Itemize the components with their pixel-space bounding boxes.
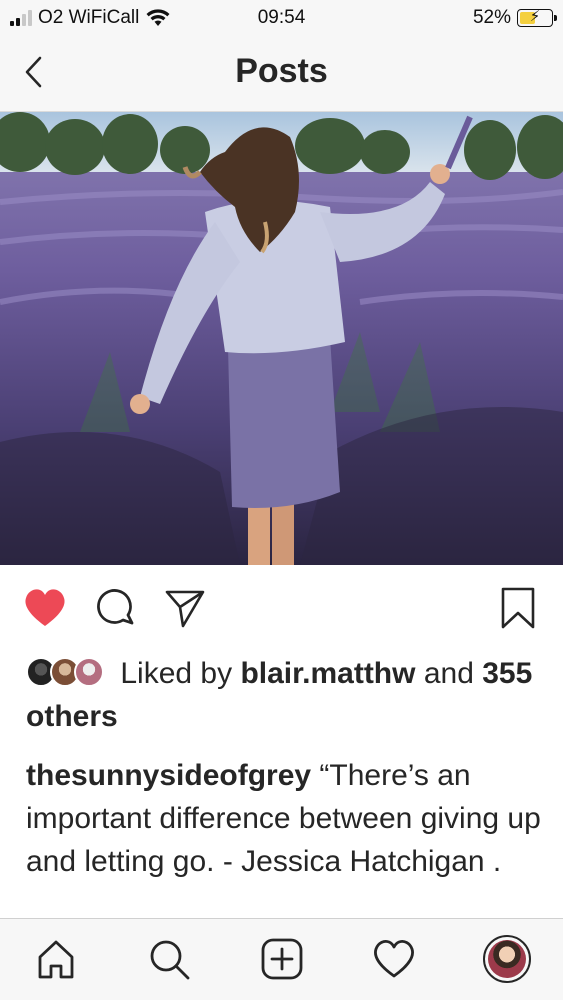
heart-outline-icon xyxy=(374,940,414,978)
search-icon xyxy=(150,940,190,980)
lavender-field-photo xyxy=(0,112,563,565)
tab-profile[interactable] xyxy=(483,935,531,983)
home-icon xyxy=(38,940,74,979)
comment-button[interactable] xyxy=(92,584,140,632)
tab-new-post[interactable] xyxy=(258,935,306,983)
likes-summary: Liked by blair.matthw and 355 others xyxy=(26,652,546,738)
post-caption: thesunnysideofgrey “There’s an important… xyxy=(26,754,546,883)
tab-activity[interactable] xyxy=(370,935,418,983)
tab-home[interactable] xyxy=(32,935,80,983)
caption-username[interactable]: thesunnysideofgrey xyxy=(26,759,311,792)
nav-header: Posts xyxy=(0,36,563,112)
status-bar: O2 WiFiCall 09:54 52% ⚡ xyxy=(0,0,563,36)
send-icon xyxy=(165,590,205,628)
page-title: Posts xyxy=(235,52,328,90)
likes-prefix: Liked by xyxy=(120,657,233,690)
battery-icon: ⚡ xyxy=(517,8,557,27)
avatar xyxy=(483,935,531,983)
add-post-icon xyxy=(261,938,303,980)
charging-bolt-icon: ⚡ xyxy=(529,8,541,25)
battery-area: 52% ⚡ xyxy=(472,7,557,29)
battery-percent: 52% xyxy=(472,7,511,28)
liker-username[interactable]: blair.matthw xyxy=(240,657,415,690)
heart-filled-icon xyxy=(25,589,65,626)
bookmark-icon xyxy=(501,587,535,629)
save-button[interactable] xyxy=(494,584,542,632)
comment-icon xyxy=(97,589,134,625)
share-button[interactable] xyxy=(161,584,209,632)
post-photo[interactable] xyxy=(0,112,563,565)
post-actions xyxy=(0,578,563,636)
liker-avatars[interactable] xyxy=(26,657,106,687)
bottom-tab-bar xyxy=(0,918,563,1000)
like-button[interactable] xyxy=(21,584,69,632)
avatar xyxy=(74,657,104,687)
tab-search[interactable] xyxy=(145,935,193,983)
profile-photo xyxy=(488,940,526,978)
likes-connector: and xyxy=(423,657,474,690)
